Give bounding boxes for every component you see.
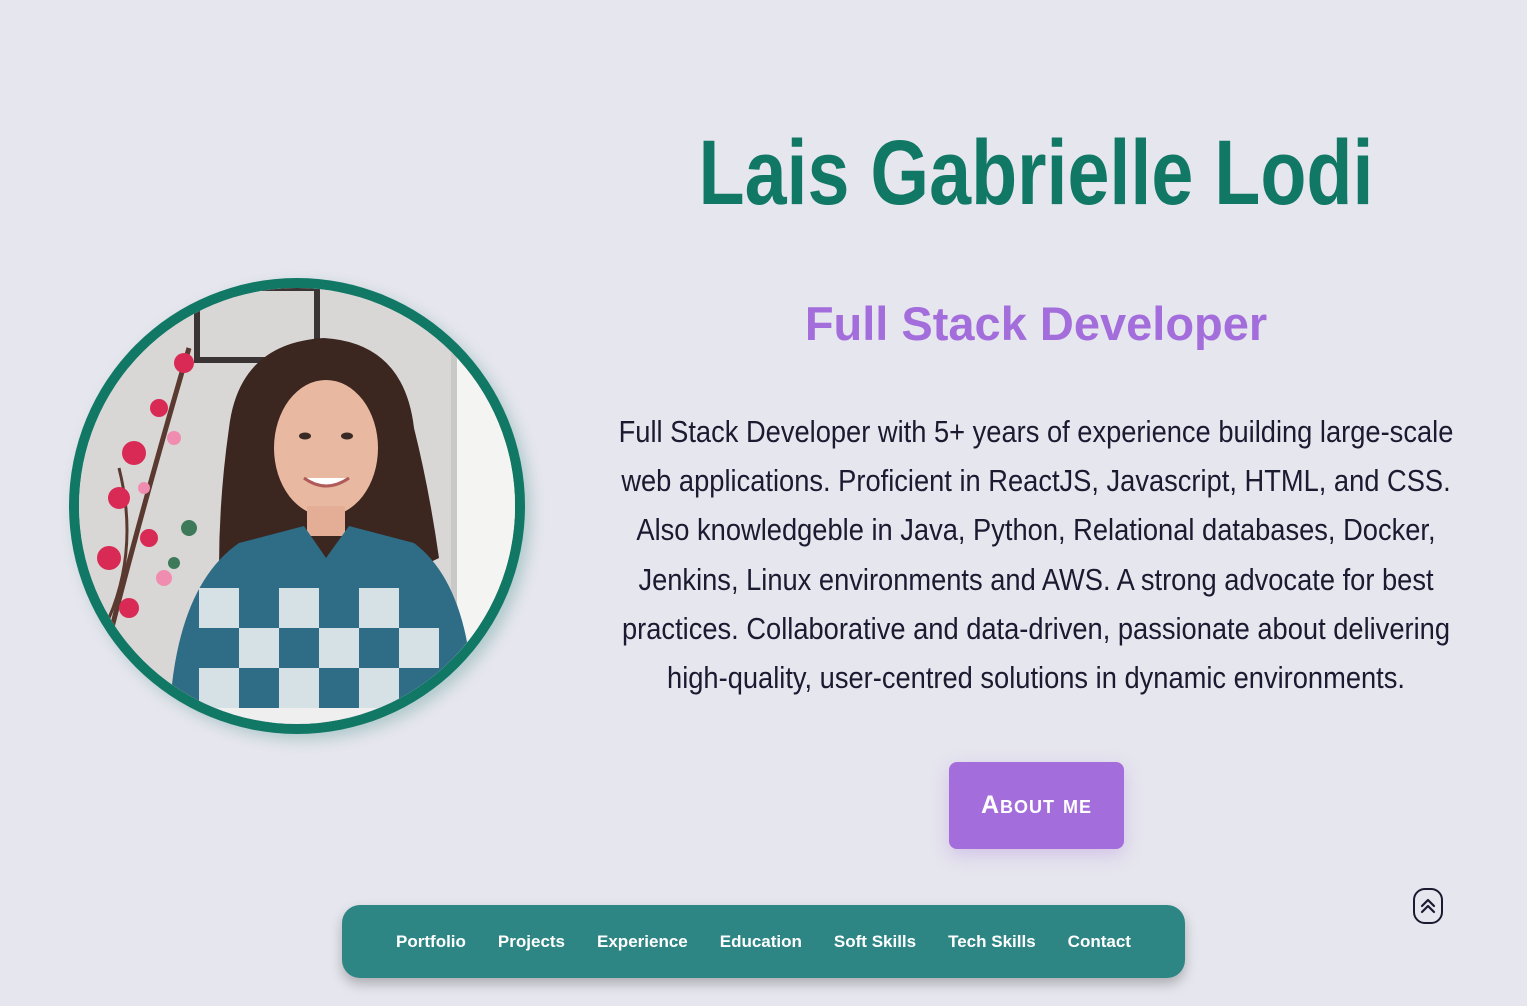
scroll-to-top-button[interactable] — [1413, 888, 1443, 924]
profile-photo — [79, 288, 515, 724]
nav-item-education[interactable]: Education — [704, 932, 818, 952]
nav-item-projects[interactable]: Projects — [482, 932, 581, 952]
nav-item-experience[interactable]: Experience — [581, 932, 704, 952]
nav-item-contact[interactable]: Contact — [1052, 932, 1147, 952]
bio-text: Full Stack Developer with 5+ years of ex… — [618, 414, 1454, 696]
job-title: Full Stack Developer — [804, 297, 1268, 350]
avatar — [69, 278, 525, 734]
nav-item-portfolio[interactable]: Portfolio — [380, 932, 482, 952]
page-title: Lais Gabrielle Lodi — [698, 122, 1374, 224]
nav-item-soft-skills[interactable]: Soft Skills — [818, 932, 932, 952]
about-me-button[interactable]: About me — [949, 762, 1124, 849]
nav-item-tech-skills[interactable]: Tech Skills — [932, 932, 1052, 952]
double-chevron-up-icon — [1420, 898, 1436, 914]
bottom-nav: Portfolio Projects Experience Education … — [342, 905, 1185, 978]
